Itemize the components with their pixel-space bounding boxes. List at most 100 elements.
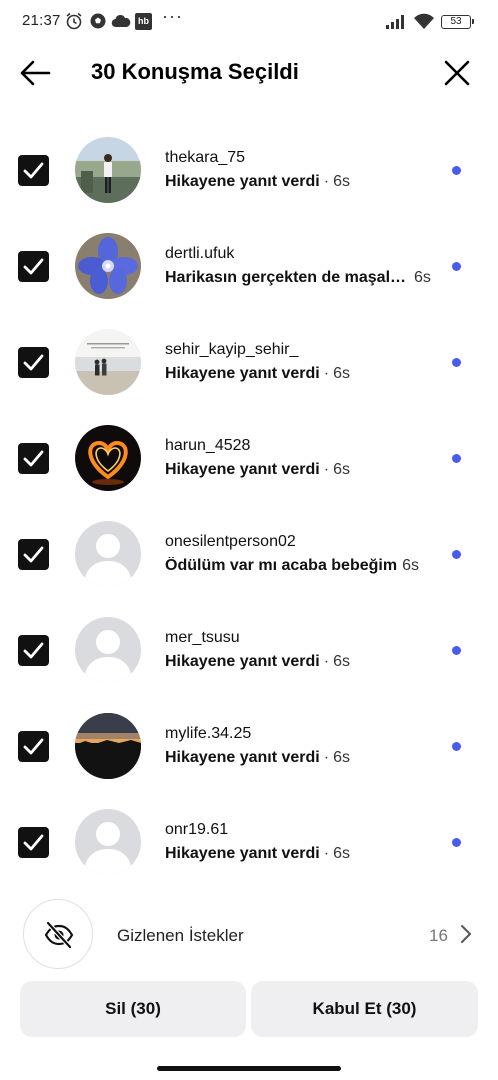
message-preview: Hikayene yanıt verdi · 6s xyxy=(165,749,350,767)
conversation-row[interactable]: onesilentperson02 Ödülüm var mı acaba be… xyxy=(0,504,498,600)
home-indicator[interactable] xyxy=(157,1066,341,1071)
action-bar: Sil (30) Kabul Et (30) xyxy=(20,981,478,1037)
close-icon xyxy=(444,60,470,86)
delete-button[interactable]: Sil (30) xyxy=(20,981,246,1037)
conversation-row[interactable]: mer_tsusu Hikayene yanıt verdi · 6s xyxy=(0,600,498,696)
unread-dot xyxy=(452,166,461,175)
conversation-row[interactable]: dertli.ufuk Harikasın gerçekten de maşal… xyxy=(0,216,498,312)
default-avatar-icon[interactable] xyxy=(75,617,141,683)
preview-time: 6s xyxy=(333,173,350,190)
preview-time: 6s xyxy=(333,653,350,670)
preview-separator: · xyxy=(323,461,330,478)
soccer-ball-icon xyxy=(89,12,107,35)
status-more: ··· xyxy=(162,6,183,26)
avatar[interactable] xyxy=(75,425,141,491)
status-time: 21:37 xyxy=(22,12,61,29)
username: harun_4528 xyxy=(165,437,251,454)
preview-time: 6s xyxy=(402,557,419,574)
conversation-row[interactable]: sehir_kayip_sehir_ Hikayene yanıt verdi … xyxy=(0,312,498,408)
unread-dot xyxy=(452,454,461,463)
preview-time: 6s xyxy=(414,269,431,286)
checkmark-icon xyxy=(23,450,44,467)
checkmark-icon xyxy=(23,354,44,371)
conversation-row[interactable]: thekara_75 Hikayene yanıt verdi · 6s xyxy=(0,120,498,216)
preview-time: 6s xyxy=(333,749,350,766)
row-checkbox[interactable] xyxy=(18,635,49,666)
back-arrow-icon xyxy=(20,60,51,86)
row-checkbox[interactable] xyxy=(18,443,49,474)
preview-separator: · xyxy=(323,749,330,766)
message-preview: Hikayene yanıt verdi · 6s xyxy=(165,653,350,671)
preview-text: Ödülüm var mı acaba bebeğim xyxy=(165,557,398,574)
conversation-list: thekara_75 Hikayene yanıt verdi · 6s der… xyxy=(0,120,498,888)
username: sehir_kayip_sehir_ xyxy=(165,341,299,358)
message-preview: Ödülüm var mı acaba bebeğim 6s xyxy=(165,557,419,575)
checkmark-icon xyxy=(23,546,44,563)
row-checkbox[interactable] xyxy=(18,155,49,186)
preview-text: Hikayene yanıt verdi xyxy=(165,653,320,670)
message-preview: Hikayene yanıt verdi · 6s xyxy=(165,365,350,383)
preview-time: 6s xyxy=(333,365,350,382)
alarm-icon xyxy=(65,12,83,35)
avatar[interactable] xyxy=(75,233,141,299)
unread-dot xyxy=(452,358,461,367)
back-button[interactable] xyxy=(18,58,52,88)
username: dertli.ufuk xyxy=(165,245,235,262)
username: onesilentperson02 xyxy=(165,533,296,550)
hidden-icon-container xyxy=(23,899,93,969)
preview-text: Hikayene yanıt verdi xyxy=(165,173,320,190)
message-preview: Hikayene yanıt verdi · 6s xyxy=(165,845,350,863)
preview-text: Hikayene yanıt verdi xyxy=(165,749,320,766)
username: mer_tsusu xyxy=(165,629,240,646)
default-avatar-icon[interactable] xyxy=(75,521,141,587)
conversation-row[interactable]: harun_4528 Hikayene yanıt verdi · 6s xyxy=(0,408,498,504)
checkmark-icon xyxy=(23,738,44,755)
row-checkbox[interactable] xyxy=(18,347,49,378)
default-avatar-icon[interactable] xyxy=(75,809,141,875)
accept-button[interactable]: Kabul Et (30) xyxy=(251,981,478,1037)
row-checkbox[interactable] xyxy=(18,539,49,570)
unread-dot xyxy=(452,742,461,751)
avatar[interactable] xyxy=(75,137,141,203)
preview-text: Hikayene yanıt verdi xyxy=(165,845,320,862)
preview-time: 6s xyxy=(333,845,350,862)
unread-dot xyxy=(452,262,461,271)
hidden-requests-count: 16 xyxy=(429,926,448,945)
header: 30 Konuşma Seçildi xyxy=(0,50,498,96)
avatar[interactable] xyxy=(75,713,141,779)
username: mylife.34.25 xyxy=(165,725,252,742)
message-preview: Harikasın gerçekten de maşallah 6s xyxy=(165,269,431,287)
checkmark-icon xyxy=(23,834,44,851)
preview-text: Hikayene yanıt verdi xyxy=(165,461,320,478)
wifi-icon xyxy=(413,13,435,35)
message-preview: Hikayene yanıt verdi · 6s xyxy=(165,173,350,191)
username: thekara_75 xyxy=(165,149,246,166)
preview-time: 6s xyxy=(333,461,350,478)
checkmark-icon xyxy=(23,642,44,659)
battery-icon: 53 xyxy=(441,15,474,29)
unread-dot xyxy=(452,550,461,559)
checkmark-icon xyxy=(23,162,44,179)
preview-text: Harikasın gerçekten de maşallah xyxy=(165,269,409,286)
checkmark-icon xyxy=(23,258,44,275)
conversation-row[interactable]: onr19.61 Hikayene yanıt verdi · 6s xyxy=(0,792,498,888)
row-checkbox[interactable] xyxy=(18,827,49,858)
preview-separator: · xyxy=(323,365,330,382)
hidden-requests-row[interactable]: Gizlenen İstekler 16 xyxy=(0,896,498,972)
unread-dot xyxy=(452,838,461,847)
preview-separator: · xyxy=(323,653,330,670)
avatar[interactable] xyxy=(75,329,141,395)
chevron-right-icon xyxy=(459,923,473,950)
row-checkbox[interactable] xyxy=(18,251,49,282)
signal-icon xyxy=(385,14,407,35)
close-button[interactable] xyxy=(442,58,472,88)
preview-separator: · xyxy=(323,845,330,862)
hidden-requests-label: Gizlenen İstekler xyxy=(117,926,244,945)
cloud-icon xyxy=(111,14,131,33)
hb-app-icon: hb xyxy=(135,13,152,30)
preview-separator: · xyxy=(323,173,330,190)
conversation-row[interactable]: mylife.34.25 Hikayene yanıt verdi · 6s xyxy=(0,696,498,792)
row-checkbox[interactable] xyxy=(18,731,49,762)
page-title: 30 Konuşma Seçildi xyxy=(91,59,299,84)
username: onr19.61 xyxy=(165,821,229,838)
